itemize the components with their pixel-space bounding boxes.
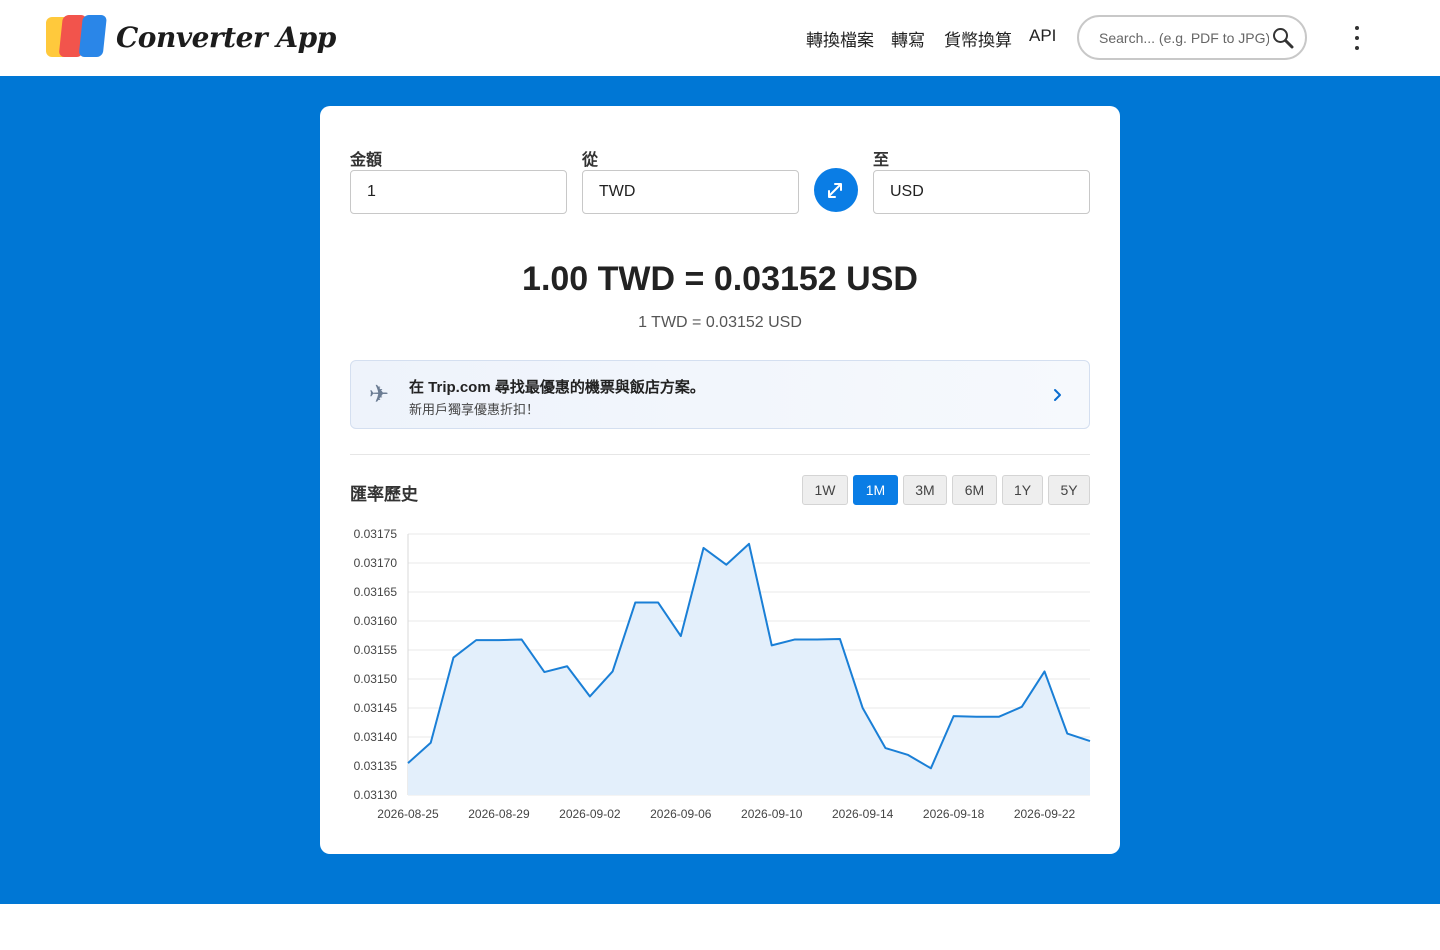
search-icon[interactable] [1272,27,1294,54]
conversion-rate: 1 TWD = 0.03152 USD [638,314,802,331]
y-tick-label: 0.03170 [354,556,398,570]
x-tick-label: 2026-09-02 [559,807,621,821]
y-tick-label: 0.03140 [354,730,398,744]
swap-button[interactable] [814,168,858,212]
from-label: 從 [582,152,599,169]
x-tick-label: 2026-09-14 [832,807,894,821]
y-tick-label: 0.03160 [354,614,398,628]
logo-text: Converter App [116,20,336,54]
amount-label: 金額 [350,152,383,169]
x-tick-label: 2026-09-10 [741,807,803,821]
airplane-icon: ✈ [369,381,390,408]
history-title: 匯率歷史 [350,485,418,504]
x-tick-label: 2026-09-06 [650,807,712,821]
to-currency-select[interactable]: USD [873,170,1090,214]
x-tick-label: 2026-09-18 [923,807,985,821]
divider [350,454,1090,455]
logo-icon [46,15,107,57]
range-1m-button[interactable]: 1M [853,475,898,505]
swap-icon [828,183,842,198]
range-3m-button[interactable]: 3M [903,475,947,505]
x-tick-label: 2026-08-25 [377,807,439,821]
range-1y-button[interactable]: 1Y [1002,475,1043,505]
y-tick-label: 0.03150 [354,672,398,686]
search-box[interactable] [1077,15,1307,60]
nav-convert-files[interactable]: 轉換檔案 [806,26,874,51]
y-tick-label: 0.03155 [354,643,398,657]
chevron-right-icon [1051,383,1065,412]
y-tick-label: 0.03165 [354,585,398,599]
nav-api[interactable]: API [1029,26,1056,46]
top-header: Converter App 轉換檔案 轉寫 貨幣換算 API [0,0,1440,76]
x-tick-label: 2026-09-22 [1014,807,1076,821]
range-1w-button[interactable]: 1W [802,475,848,505]
nav-currency[interactable]: 貨幣換算 [944,26,1012,51]
rate-history-svg: 0.03130 0.03135 0.03140 0.03145 0.03150 0.031… [354,527,1091,821]
amount-input[interactable]: 1 [350,170,567,214]
nav-transcribe[interactable]: 轉寫 [891,26,925,51]
logo[interactable]: Converter App [46,15,336,59]
conversion-result: 1.00 TWD = 0.03152 USD [522,260,918,298]
more-menu-icon[interactable] [1347,26,1367,50]
page-footer-strip [0,904,1440,950]
promo-subtitle: 新用戶獨享優惠折扣！ [409,402,540,417]
x-tick-label: 2026-08-29 [468,807,530,821]
y-tick-label: 0.03175 [354,527,398,541]
trip-promo-banner[interactable]: ✈ 在 Trip.com 尋找最優惠的機票與飯店方案。 新用戶獨享優惠折扣！ [350,360,1090,429]
converter-card: 金額 從 至 1 TWD USD 1.00 TWD = 0.03152 USD … [320,106,1120,854]
y-tick-label: 0.03135 [354,759,398,773]
rate-history-chart: 0.03130 0.03135 0.03140 0.03145 0.03150 0.031… [320,526,1120,826]
range-5y-button[interactable]: 5Y [1048,475,1090,505]
rate-area [408,543,1090,795]
y-tick-label: 0.03145 [354,701,398,715]
from-currency-select[interactable]: TWD [582,170,799,214]
to-label: 至 [873,152,890,169]
range-6m-button[interactable]: 6M [952,475,997,505]
search-input[interactable] [1099,28,1269,48]
y-tick-label: 0.03130 [354,788,398,802]
promo-title: 在 Trip.com 尋找最優惠的機票與飯店方案。 [409,379,705,396]
